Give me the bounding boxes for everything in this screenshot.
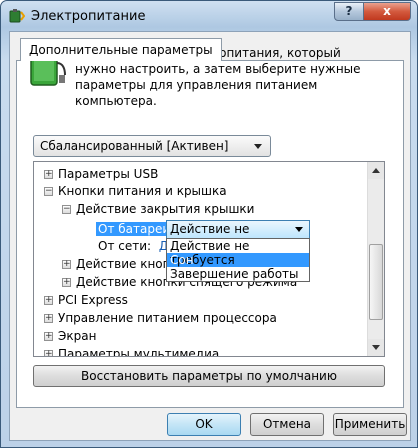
tree-item-label: Параметры мультимедиа <box>58 347 220 357</box>
expand-icon[interactable]: + <box>44 332 53 341</box>
expand-icon[interactable]: + <box>62 260 71 269</box>
scroll-down-icon[interactable] <box>368 339 384 356</box>
chevron-down-icon <box>254 144 262 149</box>
tree-item-label: Экран <box>58 329 97 343</box>
expand-icon[interactable]: + <box>44 314 53 323</box>
tree-item-on-battery[interactable]: От батареи: <box>96 220 177 238</box>
expand-icon[interactable]: + <box>62 278 71 287</box>
expand-icon[interactable]: + <box>44 170 53 179</box>
lid-action-dropdown[interactable]: Действие не требуется Сон Завершение раб… <box>166 238 310 282</box>
window-title: Электропитание <box>31 9 146 24</box>
scroll-up-icon[interactable] <box>368 162 384 179</box>
close-button[interactable]: x <box>363 2 411 21</box>
plan-select[interactable]: Сбалансированный [Активен] <box>33 135 271 157</box>
chevron-down-icon <box>295 227 303 232</box>
tree-item-label: Управление питанием процессора <box>58 311 277 325</box>
collapse-icon[interactable]: − <box>62 205 71 214</box>
tree-item-label: Параметры USB <box>58 167 159 181</box>
option-sleep[interactable]: Сон <box>167 253 309 267</box>
apply-button[interactable]: Применить <box>333 413 407 436</box>
option-no-action[interactable]: Действие не требуется <box>167 239 309 267</box>
title-bar[interactable]: Электропитание ? x <box>1 1 417 31</box>
lid-action-combo[interactable]: Действие не требуется <box>166 220 310 253</box>
expand-icon[interactable]: + <box>44 350 53 356</box>
power-options-window: Электропитание ? x Дополнительные параме… <box>0 0 418 448</box>
tree-item-label: Кнопки питания и крышка <box>58 184 227 198</box>
plugged-in-label: От сети: <box>98 239 152 253</box>
on-battery-label: От батареи: <box>96 222 177 236</box>
help-button[interactable]: ? <box>334 2 364 21</box>
tab-advanced-settings[interactable]: Дополнительные параметры <box>20 38 222 61</box>
power-app-icon <box>9 9 25 23</box>
plan-select-value: Сбалансированный [Активен] <box>40 139 229 153</box>
scroll-thumb[interactable] <box>369 244 383 320</box>
expand-icon[interactable]: + <box>44 296 53 305</box>
restore-defaults-button[interactable]: Восстановить параметры по умолчанию <box>33 365 385 387</box>
cancel-button[interactable]: Отмена <box>250 413 324 436</box>
tree-item-label: Действие закрытия крышки <box>76 202 255 216</box>
collapse-icon[interactable]: − <box>44 187 53 196</box>
tree-item-label: PCI Express <box>58 293 128 307</box>
tree-scrollbar[interactable] <box>367 162 384 356</box>
ok-button[interactable]: OK <box>167 413 241 436</box>
option-shutdown[interactable]: Завершение работы <box>167 267 309 281</box>
